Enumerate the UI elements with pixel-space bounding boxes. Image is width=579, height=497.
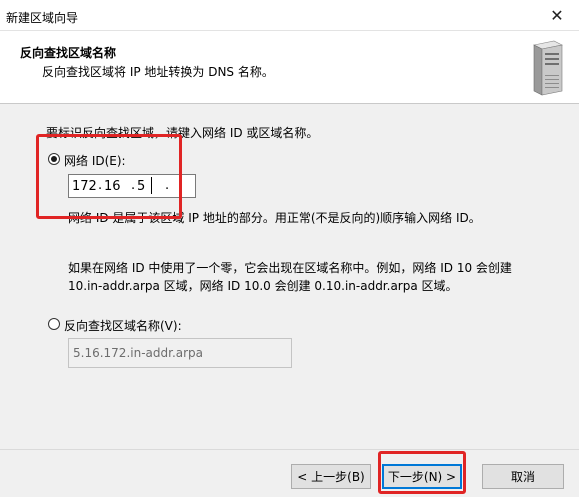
next-button[interactable]: 下一步(N) > xyxy=(382,464,462,489)
zero-note-line-2: 10.in-addr.arpa 区域，网络 ID 10.0 会创建 0.10.i… xyxy=(68,279,458,293)
zone-name-field: 5.16.172.in-addr.arpa xyxy=(68,338,292,368)
title-bar: 新建区域向导 ✕ xyxy=(0,0,579,31)
ip-octet-1[interactable]: 172 xyxy=(72,179,97,194)
ip-octet-2[interactable]: 16 xyxy=(104,179,121,194)
zone-name-label[interactable]: 反向查找区域名称(V): xyxy=(64,317,182,334)
ip-dot: . xyxy=(131,178,136,193)
server-icon xyxy=(533,40,563,96)
network-id-description: 网络 ID 是属于该区域 IP 地址的部分。用正常(不是反向的)顺序输入网络 I… xyxy=(68,211,481,225)
zero-note: 如果在网络 ID 中使用了一个零，它会出现在区域名称中。例如，网络 ID 10 … xyxy=(68,259,512,295)
button-bar: < 上一步(B) 下一步(N) > 取消 xyxy=(0,449,579,497)
close-icon[interactable]: ✕ xyxy=(535,0,579,30)
zone-name-radio[interactable] xyxy=(48,318,60,330)
network-id-label[interactable]: 网络 ID(E): xyxy=(64,152,126,169)
page-subtitle: 反向查找区域将 IP 地址转换为 DNS 名称。 xyxy=(42,65,274,79)
instruction-text: 要标识反向查找区域，请键入网络 ID 或区域名称。 xyxy=(46,126,319,140)
page-title: 反向查找区域名称 xyxy=(20,46,117,60)
network-id-radio[interactable] xyxy=(48,153,60,165)
ip-dot: . xyxy=(98,178,103,193)
ip-dot: . xyxy=(165,178,170,193)
window-title: 新建区域向导 xyxy=(6,11,79,25)
wizard-header: 反向查找区域名称 反向查找区域将 IP 地址转换为 DNS 名称。 xyxy=(0,31,579,104)
network-id-input[interactable]: 172 . 16 . 5 . xyxy=(68,174,196,198)
ip-octet-3[interactable]: 5 xyxy=(137,179,145,194)
cancel-button[interactable]: 取消 xyxy=(482,464,564,489)
back-button[interactable]: < 上一步(B) xyxy=(291,464,371,489)
text-caret xyxy=(151,177,152,194)
zero-note-line-1: 如果在网络 ID 中使用了一个零，它会出现在区域名称中。例如，网络 ID 10 … xyxy=(68,261,512,275)
wizard-content: 要标识反向查找区域，请键入网络 ID 或区域名称。 网络 ID(E): 172 … xyxy=(0,104,579,449)
